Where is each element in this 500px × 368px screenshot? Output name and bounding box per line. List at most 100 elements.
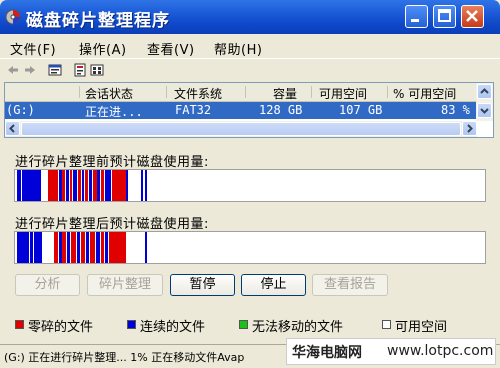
watermark-url: www.lotpc.com (387, 343, 494, 359)
legend-swatch-free-space (382, 320, 391, 329)
legend-swatch-contiguous (127, 320, 136, 329)
maximize-button[interactable] (433, 5, 456, 28)
pause-button[interactable]: 暂停 (170, 274, 235, 296)
contiguous-block (34, 170, 41, 201)
watermark: 华海电脑网 www.lotpc.com (286, 338, 496, 365)
volume-filesystem: FAT32 (175, 103, 212, 117)
legend-unmovable-files: 无法移动的文件 (252, 320, 344, 335)
close-icon (466, 10, 478, 22)
chevron-left-icon (9, 124, 15, 133)
contiguous-block (145, 232, 147, 263)
column-divider (79, 86, 80, 98)
menu-view[interactable]: 查看(V) (147, 39, 195, 58)
volume-free-space: 107 GB (339, 103, 383, 117)
menu-help[interactable]: 帮助(H) (214, 39, 262, 58)
contiguous-block (96, 232, 100, 263)
fragmented-block (112, 170, 126, 201)
before-usage-map (14, 169, 486, 202)
help-icon[interactable] (73, 63, 87, 77)
window-title: 磁盘碎片整理程序 (26, 11, 170, 31)
fragmented-block (54, 232, 58, 263)
fragmented-block (81, 232, 85, 263)
fragmented-block (70, 170, 72, 201)
contiguous-block (105, 170, 111, 201)
menu-action[interactable]: 操作(A) (79, 39, 127, 58)
fragmented-block (62, 232, 66, 263)
view-report-button[interactable]: 查看报告 (312, 274, 388, 296)
contiguous-block (89, 170, 92, 201)
column-filesystem[interactable]: 文件系统 (174, 85, 222, 102)
maximize-icon (438, 9, 451, 22)
scroll-right-button[interactable] (462, 121, 477, 136)
contiguous-block (145, 170, 147, 201)
before-usage-label: 进行碎片整理前预计磁盘使用量: (15, 155, 209, 170)
legend-contiguous-files: 连续的文件 (140, 320, 206, 335)
forward-arrow-icon[interactable] (23, 63, 37, 77)
menu-bar: 文件(F) 操作(A) 查看(V) 帮助(H) (0, 36, 500, 58)
fragmented-block (109, 232, 126, 263)
analyze-button[interactable]: 分析 (15, 274, 80, 296)
volume-row[interactable]: (G:) 正在进... FAT32 128 GB 107 GB 83 % (5, 102, 477, 119)
contiguous-block (17, 170, 21, 201)
fragmented-block (48, 170, 58, 201)
contiguous-block (82, 170, 84, 201)
fragmented-block (78, 170, 81, 201)
contiguous-block (66, 170, 69, 201)
fragmented-block (101, 170, 104, 201)
scroll-up-button[interactable] (477, 84, 492, 99)
volume-list-header: 会话状态 文件系统 容量 可用空间 % 可用空间 (5, 83, 477, 102)
fragmented-block (62, 170, 65, 201)
scroll-left-button[interactable] (5, 121, 20, 136)
fragmented-block (71, 232, 76, 263)
contiguous-block (22, 170, 34, 201)
contiguous-block (86, 232, 89, 263)
watermark-site-name: 华海电脑网 (292, 345, 362, 361)
vertical-scrollbar[interactable] (476, 83, 493, 121)
view-icon[interactable] (90, 63, 104, 77)
after-usage-label: 进行碎片整理后预计磁盘使用量: (15, 217, 209, 232)
column-divider (311, 86, 312, 98)
contiguous-block (34, 232, 42, 263)
scrollbar-thumb[interactable] (21, 122, 461, 136)
minimize-button[interactable] (405, 5, 428, 28)
after-usage-map (14, 231, 486, 264)
contiguous-block (17, 232, 29, 263)
horizontal-scrollbar[interactable] (5, 121, 477, 137)
volume-capacity: 128 GB (259, 103, 303, 117)
title-bar[interactable]: 磁盘碎片整理程序 (0, 0, 500, 34)
legend-free-space: 可用空间 (395, 320, 448, 335)
column-divider (245, 86, 246, 98)
close-button[interactable] (461, 5, 484, 28)
chevron-right-icon (467, 124, 473, 133)
defragment-button[interactable]: 碎片整理 (87, 274, 163, 296)
column-capacity[interactable]: 容量 (273, 85, 297, 102)
contiguous-block (30, 232, 33, 263)
stop-button[interactable]: 停止 (241, 274, 306, 296)
status-text: (G:) 正在进行碎片整理... 1% 正在移动文件Avap (4, 351, 245, 364)
contiguous-block (77, 232, 80, 263)
volume-status: 正在进... (85, 105, 143, 119)
menu-file[interactable]: 文件(F) (10, 39, 56, 58)
volume-percent-free: 83 % (441, 103, 470, 117)
column-free-space[interactable]: 可用空间 (319, 85, 367, 102)
column-percent-free[interactable]: % 可用空间 (393, 85, 456, 102)
column-status[interactable]: 会话状态 (85, 85, 133, 102)
back-arrow-icon[interactable] (6, 63, 20, 77)
contiguous-block (97, 170, 100, 201)
fragmented-block (90, 232, 95, 263)
legend-swatch-unmovable (239, 320, 248, 329)
contiguous-block (141, 170, 143, 201)
contiguous-block (126, 170, 128, 201)
fragmented-block (101, 232, 104, 263)
fragmented-block (85, 170, 88, 201)
toolbar (0, 58, 500, 81)
column-divider (166, 86, 167, 98)
volume-name: (G:) (6, 103, 35, 117)
minimize-icon (411, 19, 419, 22)
chevron-up-icon (480, 88, 489, 94)
volume-list[interactable]: 会话状态 文件系统 容量 可用空间 % 可用空间 (G:) 正在进... FAT… (4, 82, 494, 138)
contiguous-block (105, 232, 108, 263)
scroll-down-button[interactable] (477, 103, 492, 118)
properties-icon[interactable] (48, 63, 62, 77)
contiguous-block (73, 170, 77, 201)
